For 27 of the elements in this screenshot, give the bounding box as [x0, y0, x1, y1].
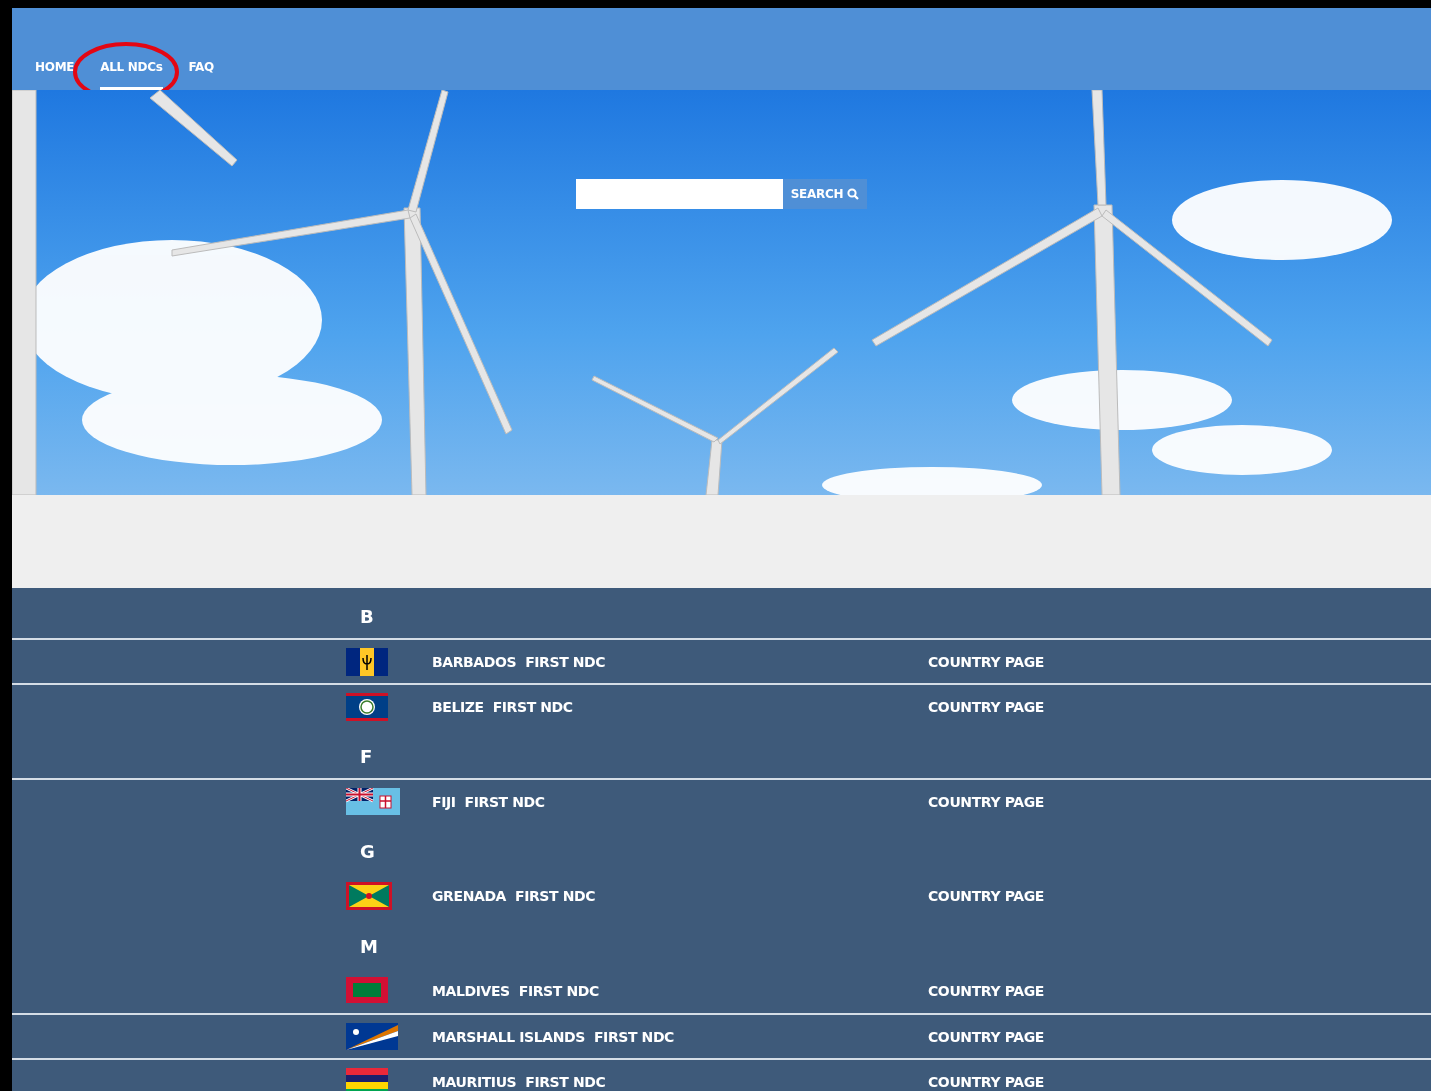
flag-icon: [346, 647, 388, 676]
country-page-link[interactable]: COUNTRY PAGE: [928, 653, 1044, 670]
country-page-link[interactable]: COUNTRY PAGE: [928, 1073, 1044, 1090]
country-page-link[interactable]: COUNTRY PAGE: [928, 793, 1044, 810]
country-page-link[interactable]: COUNTRY PAGE: [928, 1028, 1044, 1045]
search-icon: [847, 188, 860, 200]
letter-heading: B: [360, 604, 374, 627]
ndc-link[interactable]: BELIZE FIRST NDC: [432, 698, 928, 715]
ndc-link[interactable]: BARBADOS FIRST NDC: [432, 653, 928, 670]
country-page-link[interactable]: COUNTRY PAGE: [928, 698, 1044, 715]
flag-icon: [346, 692, 388, 721]
ndc-link[interactable]: MAURITIUS FIRST NDC: [432, 1073, 928, 1090]
letter-heading: M: [360, 934, 378, 957]
letter-heading: G: [360, 839, 375, 862]
ndc-link[interactable]: MARSHALL ISLANDS FIRST NDC: [432, 1028, 928, 1045]
search-field[interactable]: [576, 179, 783, 209]
ndc-link[interactable]: MALDIVES FIRST NDC: [432, 982, 928, 999]
flag-icon: [346, 787, 400, 816]
country-page-link[interactable]: COUNTRY PAGE: [928, 982, 1044, 999]
flag-icon: [346, 881, 392, 910]
ndc-link[interactable]: FIJI FIRST NDC: [432, 793, 928, 810]
flag-icon: [346, 1022, 398, 1051]
ndc-link[interactable]: GRENADA FIRST NDC: [432, 887, 928, 904]
letter-heading: F: [360, 744, 373, 767]
country-page-link[interactable]: COUNTRY PAGE: [928, 887, 1044, 904]
flag-icon: [346, 976, 388, 1005]
flag-icon: [346, 1067, 388, 1091]
